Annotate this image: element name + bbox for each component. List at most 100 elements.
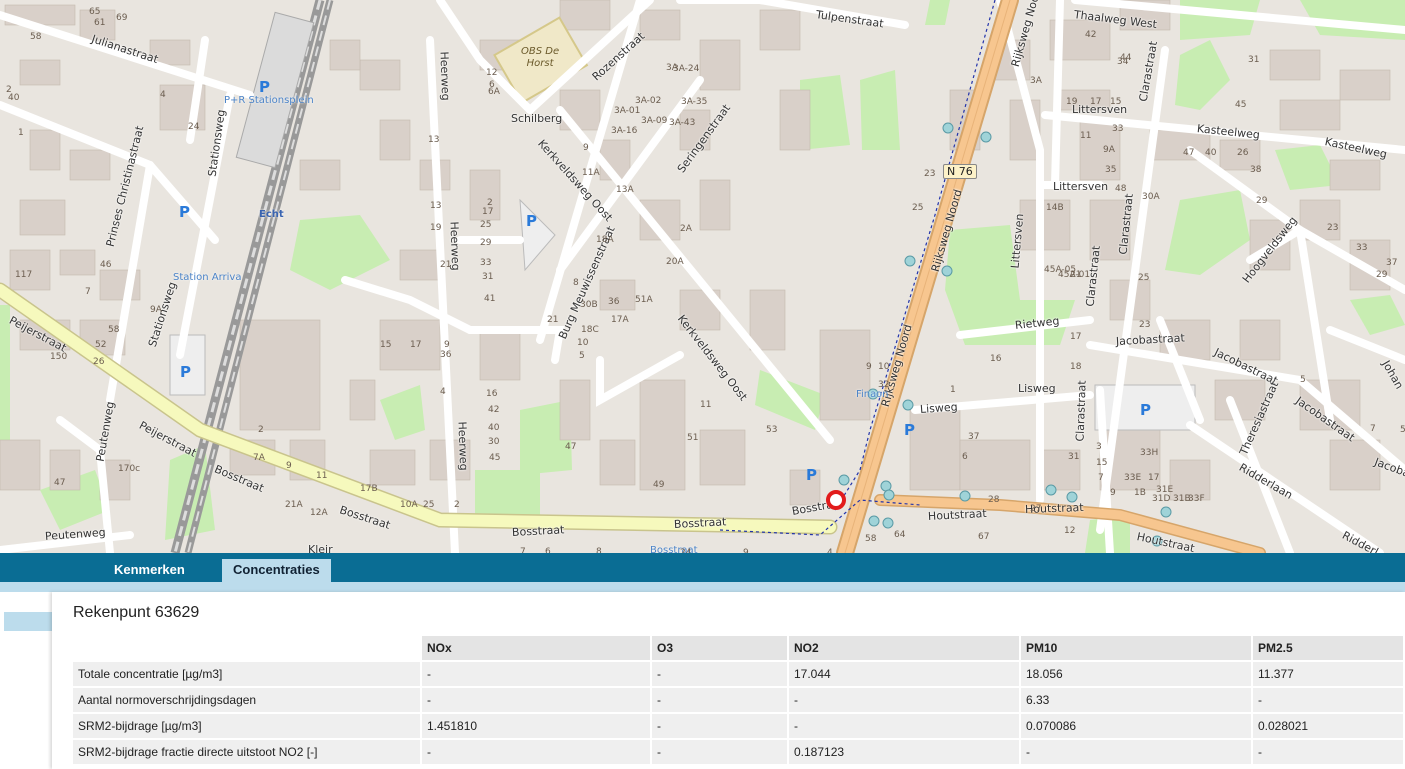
house-number: 11 xyxy=(316,471,328,481)
house-number: 34 xyxy=(1117,57,1129,67)
house-number: 52 xyxy=(95,340,107,350)
house-number: 16 xyxy=(990,354,1002,364)
house-number: 9 xyxy=(866,362,872,372)
house-number: 45 xyxy=(1235,100,1247,110)
house-number: 15 xyxy=(1110,97,1122,107)
house-number: 9 xyxy=(444,340,450,350)
house-number: 7 xyxy=(1098,473,1104,483)
house-number: 3A-02 xyxy=(635,96,662,106)
house-number: 24 xyxy=(188,122,200,132)
house-number: 5 xyxy=(579,351,585,361)
table-cell: - xyxy=(789,688,1019,712)
poi-label: P+R Stationsplein xyxy=(224,95,314,106)
house-number: 25 xyxy=(912,203,924,213)
table-cell: 0.070086 xyxy=(1021,714,1251,738)
house-number: 19 xyxy=(430,223,442,233)
house-number: 25 xyxy=(480,220,492,230)
house-number: 49 xyxy=(653,480,665,490)
house-number: 46 xyxy=(100,260,112,270)
table-cell: - xyxy=(652,688,787,712)
parking-icon: P xyxy=(526,212,537,230)
house-number: 12 xyxy=(486,68,498,78)
house-number: 29 xyxy=(1376,270,1388,280)
parking-icon: P xyxy=(179,203,190,221)
house-number: 36 xyxy=(608,297,620,307)
house-number: 23 xyxy=(1327,223,1339,233)
poi-label: on xyxy=(876,389,889,400)
house-number: 17 xyxy=(1090,97,1102,107)
house-number: 64 xyxy=(894,530,906,540)
house-number: 9A xyxy=(150,305,162,315)
house-number: 8 xyxy=(573,278,579,288)
house-number: 6 xyxy=(962,452,968,462)
house-number: 9 xyxy=(286,461,292,471)
row-label: SRM2-bijdrage [µg/m3] xyxy=(73,714,420,738)
house-number: 9 xyxy=(1110,488,1116,498)
house-number: 33 xyxy=(1356,243,1368,253)
panel-title: Rekenpunt 63629 xyxy=(73,604,200,621)
table-cell: 17.044 xyxy=(789,662,1019,686)
house-number: 40 xyxy=(488,423,500,433)
house-number: 35 xyxy=(1105,165,1117,175)
table-cell: 1.451810 xyxy=(422,714,650,738)
house-number: 33E xyxy=(1124,473,1142,483)
house-number: 31 xyxy=(1248,55,1260,65)
house-number: 9A xyxy=(1103,145,1115,155)
concentrations-table: NOx O3 NO2 PM10 PM2.5 Totale concentrati… xyxy=(71,634,1405,766)
tab-bar-divider xyxy=(0,582,1405,592)
house-number: 3A-35 xyxy=(681,97,708,107)
road-shield-n76: N 76 xyxy=(943,164,977,179)
table-cell: 11.377 xyxy=(1253,662,1403,686)
table-cell: - xyxy=(1021,740,1251,764)
table-row: SRM2-bijdrage [µg/m3] 1.451810 - - 0.070… xyxy=(73,714,1403,738)
side-strip-highlight xyxy=(4,612,52,631)
house-number: 47 xyxy=(1183,148,1195,158)
house-number: 58 xyxy=(30,32,42,42)
tab-concentraties[interactable]: Concentraties xyxy=(222,559,331,582)
house-number: 61 xyxy=(94,18,106,28)
house-number: 18A xyxy=(596,235,614,245)
house-number: 65 xyxy=(89,7,101,17)
concentrations-panel: Rekenpunt 63629 NOx O3 NO2 PM10 PM2.5 To… xyxy=(52,592,1405,769)
house-number: 47 xyxy=(54,478,66,488)
house-number: 150 xyxy=(50,352,68,362)
house-number: 9 xyxy=(583,143,589,153)
column-header: O3 xyxy=(652,636,787,660)
house-number: 11A xyxy=(582,168,600,178)
house-number: 21A xyxy=(285,500,303,510)
column-header: PM2.5 xyxy=(1253,636,1403,660)
parking-icon: P xyxy=(180,363,191,381)
house-number: 12 xyxy=(1064,526,1076,536)
house-number: 33 xyxy=(1112,124,1124,134)
house-number: 30A xyxy=(1142,192,1160,202)
street-label: Lisweg xyxy=(919,400,959,416)
house-number: 1 xyxy=(18,128,24,138)
house-number: 45 xyxy=(489,453,501,463)
house-number: 10A xyxy=(400,500,418,510)
house-number: 58 xyxy=(108,325,120,335)
house-number: 7A xyxy=(253,453,265,463)
house-number: 6A xyxy=(488,87,500,97)
house-number: 31 xyxy=(1068,452,1080,462)
street-label: Bosstraat xyxy=(673,515,727,531)
column-header: NO2 xyxy=(789,636,1019,660)
tab-kenmerken[interactable]: Kenmerken xyxy=(103,559,196,581)
table-cell: - xyxy=(652,714,787,738)
street-label: Kleir xyxy=(308,543,333,553)
table-cell: 6.33 xyxy=(1021,688,1251,712)
house-number: 2 xyxy=(454,500,460,510)
house-number: 21 xyxy=(440,260,452,270)
house-number: 14B xyxy=(1046,203,1064,213)
house-number: 17 xyxy=(1070,332,1082,342)
house-number: 21 xyxy=(1070,270,1082,280)
column-header: NOx xyxy=(422,636,650,660)
parking-icon: P xyxy=(1140,401,1151,419)
poi-label: Echt xyxy=(259,209,284,220)
house-number: 47 xyxy=(565,442,577,452)
map-view[interactable]: Julianastraat Stationsweg Prinses Christ… xyxy=(0,0,1405,553)
house-number: 20A xyxy=(666,257,684,267)
house-number: 2 xyxy=(6,85,12,95)
location-marker[interactable] xyxy=(826,490,846,510)
table-cell: 0.187123 xyxy=(789,740,1019,764)
street-label: Littersven xyxy=(1053,180,1109,193)
